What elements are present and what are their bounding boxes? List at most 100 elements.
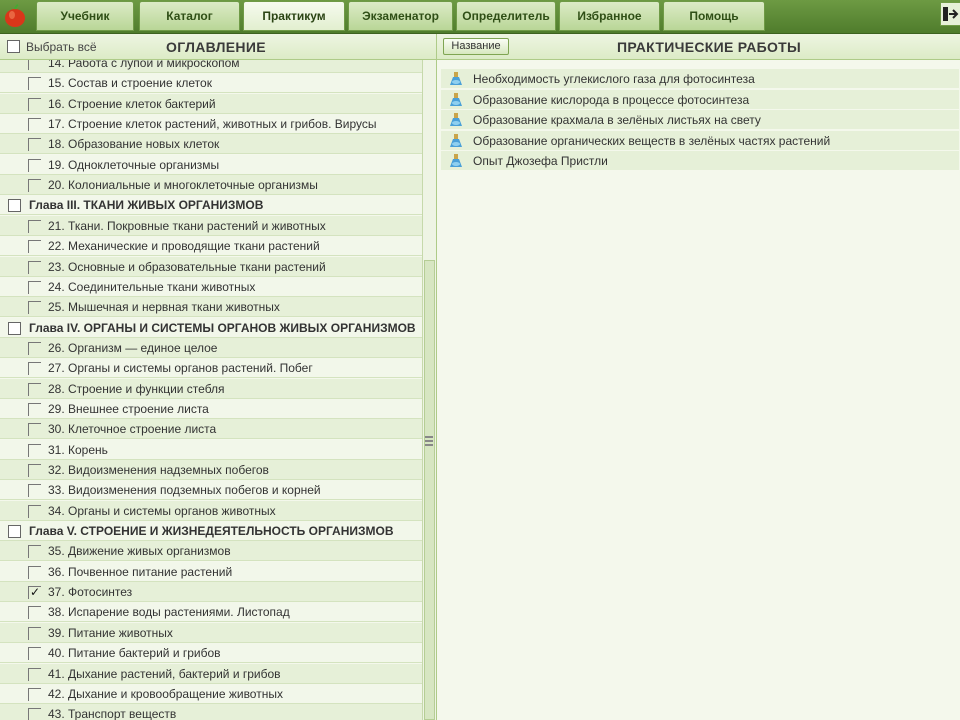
toc-scrollbar[interactable] [422,60,436,720]
toc-lesson-row[interactable]: 16. Строение клеток бактерий [0,93,422,114]
checkbox[interactable] [8,199,21,213]
checkbox[interactable] [28,423,41,437]
toc-lesson-row[interactable]: 26. Организм — единое целое [0,337,422,358]
toc-chapter-row[interactable]: Глава V. СТРОЕНИЕ И ЖИЗНЕДЕЯТЕЛЬНОСТЬ ОР… [0,521,422,542]
checkbox[interactable] [28,158,41,172]
toc-lesson-row[interactable]: 21. Ткани. Покровные ткани растений и жи… [0,215,422,236]
toc-item-label[interactable]: 43. Транспорт веществ [48,707,176,720]
checkbox[interactable] [28,402,41,416]
checkbox[interactable] [28,77,41,91]
toc-item-label[interactable]: 30. Клеточное строение листа [48,422,216,436]
tab-2[interactable]: Практикум [243,1,345,31]
toc-lesson-row[interactable]: 30. Клеточное строение листа [0,419,422,440]
toc-item-label[interactable]: Глава IV. ОРГАНЫ И СИСТЕМЫ ОРГАНОВ ЖИВЫХ… [29,321,416,335]
toc-item-label[interactable]: 18. Образование новых клеток [48,137,219,151]
checkbox[interactable] [28,606,41,620]
toc-item-label[interactable]: 15. Состав и строение клеток [48,76,212,90]
toc-item-label[interactable]: 19. Одноклеточные организмы [48,158,219,172]
toc-lesson-row[interactable]: ✓ 37. Фотосинтез [0,582,422,603]
checkbox[interactable] [28,687,41,701]
toc-lesson-row[interactable]: 34. Органы и системы органов животных [0,500,422,521]
toc-lesson-row[interactable]: 31. Корень [0,439,422,460]
toc-item-label[interactable]: 32. Видоизменения надземных побегов [48,463,269,477]
toc-chapter-row[interactable]: Глава IV. ОРГАНЫ И СИСТЕМЫ ОРГАНОВ ЖИВЫХ… [0,317,422,338]
apple-icon[interactable] [3,4,27,28]
toc-lesson-row[interactable]: 20. Колониальные и многоклеточные органи… [0,175,422,196]
tab-0[interactable]: Учебник [36,1,134,31]
checkbox[interactable] [28,382,41,396]
toc-lesson-row[interactable]: 28. Строение и функции стебля [0,378,422,399]
practical-work-label[interactable]: Образование крахмала в зелёных листьях н… [473,113,761,127]
toc-lesson-row[interactable]: 40. Питание бактерий и грибов [0,643,422,664]
toc-lesson-row[interactable]: 29. Внешнее строение листа [0,398,422,419]
toc-item-label[interactable]: 20. Колониальные и многоклеточные органи… [48,178,318,192]
checkbox[interactable] [28,708,41,720]
toc-item-label[interactable]: 35. Движение живых организмов [48,544,231,558]
toc-item-label[interactable]: 31. Корень [48,443,108,457]
toc-item-label[interactable]: 24. Соединительные ткани животных [48,280,255,294]
toc-item-label[interactable]: 26. Организм — единое целое [48,341,217,355]
toc-lesson-row[interactable]: 41. Дыхание растений, бактерий и грибов [0,663,422,684]
toc-lesson-row[interactable]: 38. Испарение воды растениями. Листопад [0,602,422,623]
tab-3[interactable]: Экзаменатор [348,1,453,31]
practical-work-label[interactable]: Образование кислорода в процессе фотосин… [473,93,749,107]
checkbox[interactable] [28,464,41,477]
checkbox[interactable] [28,260,41,274]
toc-lesson-row[interactable]: 15. Состав и строение клеток [0,73,422,94]
toc-item-label[interactable]: 23. Основные и образовательные ткани рас… [48,260,326,274]
toc-item-label[interactable]: 38. Испарение воды растениями. Листопад [48,605,290,619]
toc-item-label[interactable]: 17. Строение клеток растений, животных и… [48,117,376,131]
toc-item-label[interactable]: 42. Дыхание и кровообращение животных [48,687,283,701]
toc-lesson-row[interactable]: 32. Видоизменения надземных побегов [0,460,422,480]
toc-lesson-row[interactable]: 42. Дыхание и кровообращение животных [0,683,422,704]
practical-work-item[interactable]: Образование крахмала в зелёных листьях н… [441,110,959,130]
toc-item-label[interactable]: Глава V. СТРОЕНИЕ И ЖИЗНЕДЕЯТЕЛЬНОСТЬ ОР… [29,524,394,538]
toc-item-label[interactable]: 40. Питание бактерий и грибов [48,646,221,660]
toc-item-label[interactable]: Глава III. ТКАНИ ЖИВЫХ ОРГАНИЗМОВ [29,198,263,212]
toc-item-label[interactable]: 37. Фотосинтез [48,585,132,599]
checkbox[interactable] [28,280,41,294]
toc-item-label[interactable]: 22. Механические и проводящие ткани раст… [48,239,320,253]
checkbox[interactable] [28,341,41,355]
toc-item-label[interactable]: 16. Строение клеток бактерий [48,97,216,111]
toc-lesson-row[interactable]: 36. Почвенное питание растений [0,561,422,582]
checkbox[interactable] [28,565,41,579]
checkbox[interactable] [28,626,41,640]
toc-item-label[interactable]: 39. Питание животных [48,626,173,640]
checkbox[interactable] [8,321,21,335]
checkbox[interactable] [8,525,21,539]
toc-item-label[interactable]: 29. Внешнее строение листа [48,402,209,416]
toc-item-label[interactable]: 41. Дыхание растений, бактерий и грибов [48,667,281,681]
toc-lesson-row[interactable]: 14. Работа с лупой и микроскопом [0,60,422,73]
toc-lesson-row[interactable]: 39. Питание животных [0,622,422,643]
toc-lesson-row[interactable]: 22. Механические и проводящие ткани раст… [0,236,422,257]
toc-lesson-row[interactable]: 33. Видоизменения подземных побегов и ко… [0,480,422,501]
toc-lesson-row[interactable]: 17. Строение клеток растений, животных и… [0,114,422,135]
practical-work-label[interactable]: Образование органических веществ в зелён… [473,134,830,148]
checkbox[interactable] [28,179,41,193]
checkbox[interactable] [28,667,41,681]
tab-4[interactable]: Определитель [456,1,556,31]
toc-item-label[interactable]: 28. Строение и функции стебля [48,382,225,396]
practical-work-item[interactable]: Необходимость углекислого газа для фотос… [441,69,959,89]
checked-checkbox[interactable]: ✓ [28,586,41,600]
checkbox[interactable] [28,138,41,152]
toc-chapter-row[interactable]: Глава III. ТКАНИ ЖИВЫХ ОРГАНИЗМОВ [0,195,422,216]
select-all-checkbox[interactable] [7,40,20,53]
tab-5[interactable]: Избранное [559,1,660,31]
checkbox[interactable] [28,647,41,661]
practical-work-label[interactable]: Опыт Джозефа Пристли [473,154,608,168]
scrollbar-thumb[interactable] [424,260,435,720]
tab-6[interactable]: Помощь [663,1,765,31]
checkbox[interactable] [28,362,41,376]
toc-item-label[interactable]: 36. Почвенное питание растений [48,565,232,579]
exit-button[interactable] [940,2,960,26]
toc-item-label[interactable]: 14. Работа с лупой и микроскопом [48,60,240,70]
toc-item-label[interactable]: 34. Органы и системы органов животных [48,504,276,518]
sort-by-name-button[interactable]: Название [443,38,509,55]
toc-item-label[interactable]: 21. Ткани. Покровные ткани растений и жи… [48,219,326,233]
toc-lesson-row[interactable]: 43. Транспорт веществ [0,704,422,720]
checkbox[interactable] [28,443,41,457]
toc-item-label[interactable]: 25. Мышечная и нервная ткани животных [48,300,280,314]
toc-lesson-row[interactable]: 24. Соединительные ткани животных [0,276,422,297]
